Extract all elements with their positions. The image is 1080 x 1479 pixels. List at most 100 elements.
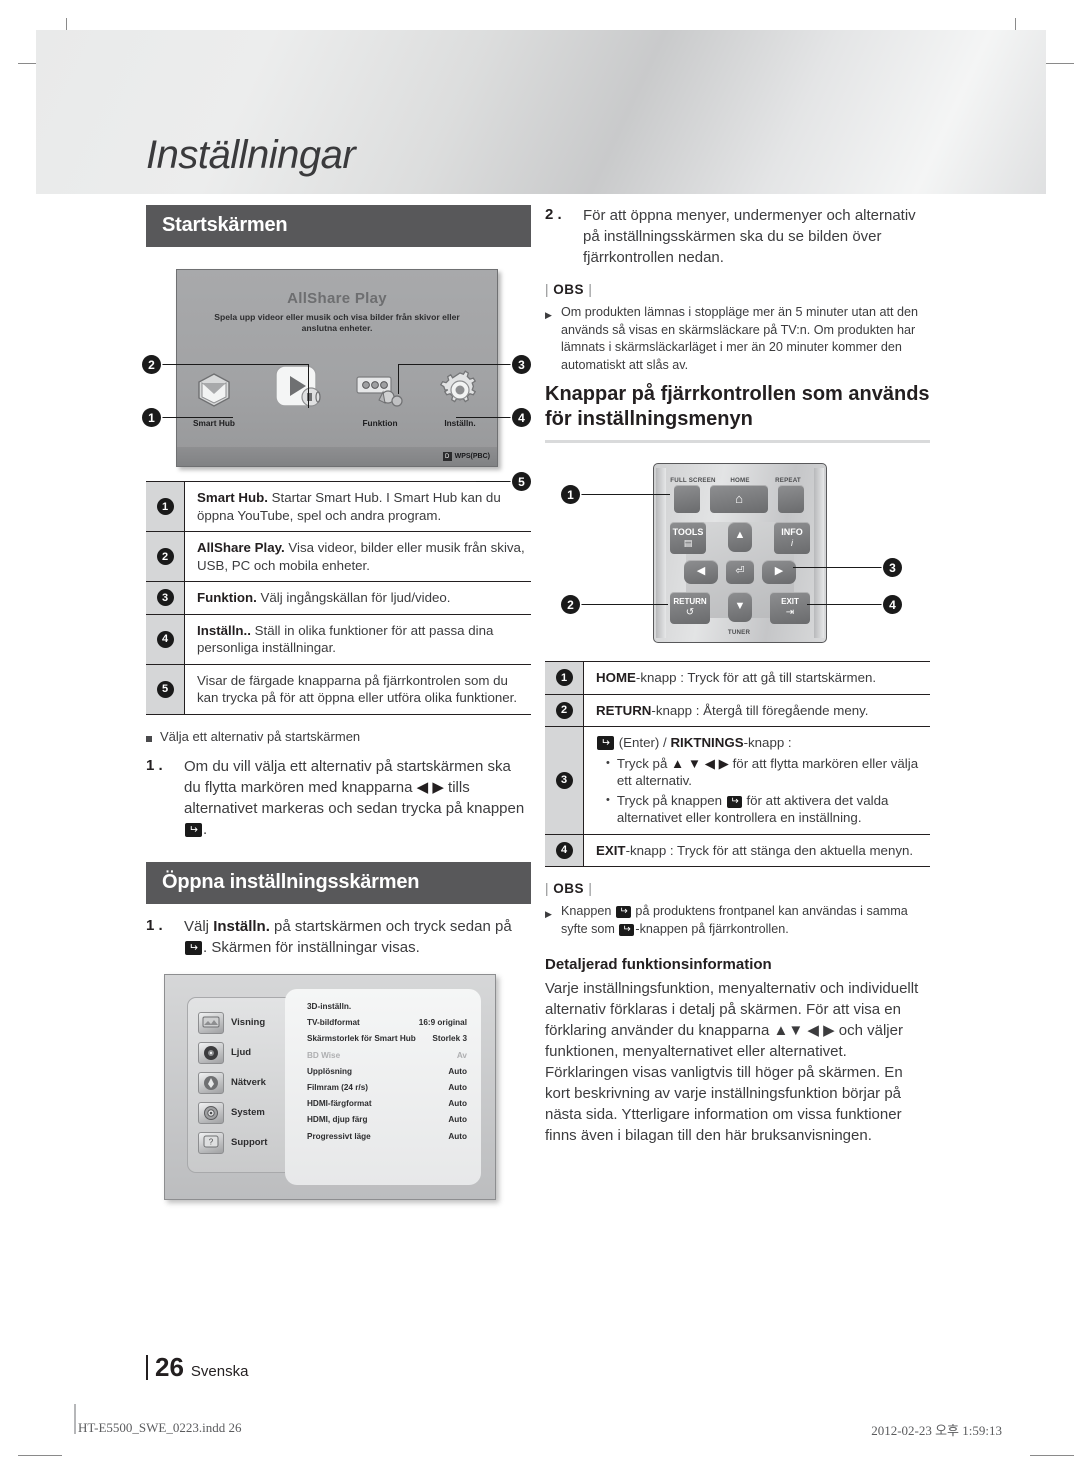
enter-bullet-2: • Tryck på knappen för att aktivera det … xyxy=(596,792,924,827)
row-number: 1 xyxy=(146,482,185,531)
bullet-text-a: Tryck på knappen xyxy=(616,792,726,808)
row-number: 4 xyxy=(545,834,584,866)
note-item-1: ▶ Om produkten lämnas i stoppläge mer än… xyxy=(545,304,930,374)
row-number: 4 xyxy=(146,614,185,664)
paragraph-detaljerad: Varje inställningsfunktion, menyalternat… xyxy=(545,978,930,1146)
note-text-a: Knappen xyxy=(561,904,615,918)
footer-file-name: HT-E5500_SWE_0223.indd 26 xyxy=(78,1420,242,1435)
step-text-b: på startskärmen och tryck sedan på xyxy=(269,917,512,935)
home-item-installn[interactable]: Inställn. xyxy=(427,365,493,428)
setting-value: 16:9 original xyxy=(418,1018,467,1028)
right-button[interactable]: ▶ xyxy=(762,560,796,584)
page-language: Svenska xyxy=(190,1363,249,1380)
remote-callout-3: 3 xyxy=(883,558,902,577)
home-button[interactable]: ⌂ xyxy=(710,485,768,513)
bullet-label: Välja ett alternativ på startskärmen xyxy=(160,728,361,744)
home-item-label: Smart Hub xyxy=(193,418,235,428)
remote-buttons-table: 1 HOME-knapp : Tryck för att gå till sta… xyxy=(545,661,930,867)
pipe-right: | xyxy=(588,881,593,896)
callout-lead-3 xyxy=(398,364,514,366)
arrow-down-icon: ▼ xyxy=(734,600,746,612)
step-2-remote: 2 . För att öppna menyer, undermenyer oc… xyxy=(545,205,930,268)
callout-lead-2-v xyxy=(308,364,310,408)
question-icon: ? xyxy=(198,1131,224,1154)
down-button[interactable]: ▼ xyxy=(728,592,752,622)
left-button[interactable]: ◀ xyxy=(684,560,718,584)
sidebar-item-label: Visning xyxy=(231,1017,266,1028)
row-rest: -knapp : Återgå till föregående meny. xyxy=(651,702,869,718)
settings-row[interactable]: 3D-inställn. xyxy=(307,999,467,1015)
setting-value: Auto xyxy=(448,1131,467,1141)
settings-row[interactable]: Progressivt läge Auto xyxy=(307,1128,467,1144)
home-icon: ⌂ xyxy=(735,491,743,506)
table-row: 1 HOME-knapp : Tryck för att gå till sta… xyxy=(545,662,930,695)
setting-value: Auto xyxy=(448,1083,467,1093)
remote-lead-2 xyxy=(580,604,668,606)
info-label: INFO xyxy=(781,527,803,537)
bullet-valja-alternativ: Välja ett alternativ på startskärmen xyxy=(146,729,531,744)
pipe-left: | xyxy=(545,282,550,297)
step-text-c: . Skärmen för inställningar visas. xyxy=(203,938,420,956)
page-number-block: 26 Svenska xyxy=(146,1352,248,1383)
bullet-text: Tryck på ▲ ▼ ◀ ▶ för att flytta markören… xyxy=(617,755,924,790)
remote-lead-3 xyxy=(793,567,885,569)
sidebar-item-label: Nätverk xyxy=(231,1077,266,1088)
footer-line: HT-E5500_SWE_0223.indd 26 2012-02-23 오후 … xyxy=(78,1420,1002,1439)
svg-text:?: ? xyxy=(209,1138,214,1147)
step-body: Om du vill välja ett alternativ på start… xyxy=(184,756,531,840)
exit-label: EXIT xyxy=(781,597,799,606)
pipe-right: | xyxy=(588,282,593,297)
remote-right-edge xyxy=(814,468,824,638)
repeat-button[interactable] xyxy=(778,485,804,513)
step-text-bold: Inställn. xyxy=(213,917,270,935)
settings-row[interactable]: Filmram (24 r/s) Auto xyxy=(307,1079,467,1095)
row-bold: EXIT xyxy=(596,842,626,858)
home-item-smart-hub[interactable]: Smart Hub xyxy=(181,365,247,428)
gear-icon xyxy=(198,1101,224,1124)
arrow-keys-glyph: ◀ ▶ xyxy=(416,778,444,796)
network-icon xyxy=(198,1071,224,1094)
row-bold: RETURN xyxy=(596,702,652,718)
home-item-funktion[interactable]: Funktion xyxy=(347,365,413,428)
table-row: 2 RETURN-knapp : Återgå till föregående … xyxy=(545,694,930,727)
tools-button[interactable]: TOOLS ▤ xyxy=(670,522,706,554)
setting-name: HDMI-färgformat xyxy=(307,1099,372,1109)
row-bold: Smart Hub. xyxy=(197,490,268,505)
sidebar-item-label: Ljud xyxy=(231,1047,252,1058)
step-body: För att öppna menyer, undermenyer och al… xyxy=(583,207,916,266)
settings-row[interactable]: HDMI-färgformat Auto xyxy=(307,1096,467,1112)
settings-row[interactable]: TV-bildformat 16:9 original xyxy=(307,1015,467,1031)
callout-lead-3-v xyxy=(398,364,400,394)
label-tuner: TUNER xyxy=(727,629,751,636)
full-screen-button[interactable] xyxy=(674,485,700,513)
page-number: 26 xyxy=(155,1352,184,1382)
home-item-allshare-play[interactable] xyxy=(261,365,333,418)
obs-text: OBS xyxy=(553,881,585,896)
remote-lead-1 xyxy=(580,494,670,496)
table-row: 5 Visar de färgade knapparna på fjärrkon… xyxy=(146,664,531,715)
remote-control-illustration: FULL SCREEN HOME REPEAT ⌂ TOOLS ▤ INFO i… xyxy=(545,455,930,655)
note-text-c: -knappen på fjärrkontrollen. xyxy=(635,921,789,936)
obs-text: OBS xyxy=(553,282,585,297)
settings-row[interactable]: HDMI, djup färg Auto xyxy=(307,1112,467,1128)
section-heading-startskarmen: Startskärmen xyxy=(146,205,531,247)
settings-row[interactable]: Skärmstorlek för Smart Hub Storlek 3 xyxy=(307,1031,467,1047)
info-button[interactable]: INFO i xyxy=(774,522,810,554)
return-button[interactable]: RETURN ↺ xyxy=(670,592,710,624)
row-text: Inställn.. Ställ in olika funktioner för… xyxy=(185,615,531,664)
step-text-a: Välj xyxy=(184,917,214,935)
up-button[interactable]: ▲ xyxy=(728,522,752,552)
setting-name: 3D-inställn. xyxy=(307,1002,352,1012)
settings-row[interactable]: Upplösning Auto xyxy=(307,1063,467,1079)
enter-key-icon xyxy=(726,795,742,808)
home-screen-footer-bar: D WPS(PBC) xyxy=(177,447,497,466)
exit-button[interactable]: EXIT ⇥ xyxy=(770,592,810,624)
row-bold: AllShare Play. xyxy=(197,540,285,555)
row-text: Visar de färgade knapparna på fjärrkontr… xyxy=(185,665,531,714)
cube-icon xyxy=(181,365,247,415)
setting-value: Av xyxy=(456,1050,467,1060)
callout-1: 1 xyxy=(142,408,161,427)
enter-button[interactable]: ⏎ xyxy=(726,560,754,584)
row-bold: HOME xyxy=(596,670,636,685)
setting-name: HDMI, djup färg xyxy=(307,1115,368,1125)
